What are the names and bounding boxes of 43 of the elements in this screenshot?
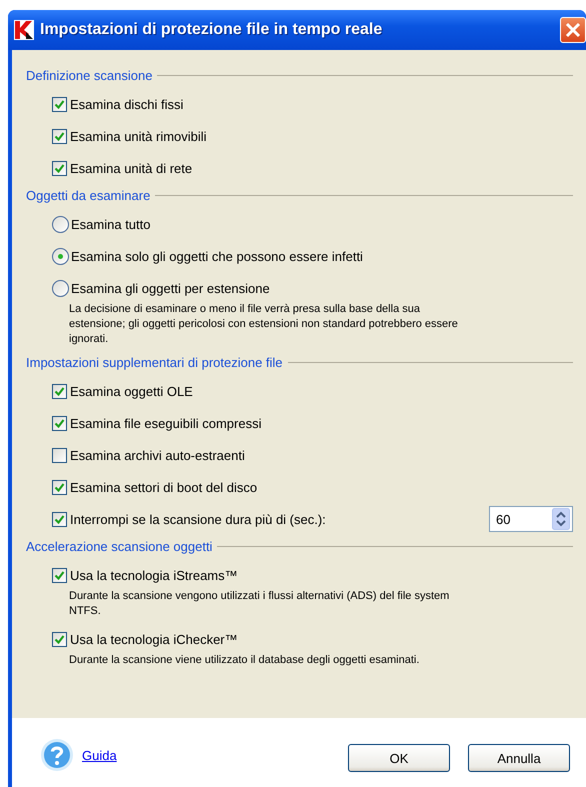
section-title: Impostazioni supplementari di protezione file <box>26 354 284 370</box>
checkbox-label: Esamina dischi fissi <box>70 96 184 112</box>
checkbox-label: Usa la tecnologia iStreams™ <box>70 568 238 582</box>
close-icon <box>565 22 581 38</box>
checkbox-label: Esamina unità di rete <box>70 160 192 176</box>
checkbox-label: Esamina oggetti OLE <box>70 384 193 398</box>
help-icon[interactable] <box>40 738 74 772</box>
cancel-button[interactable]: Annulla <box>468 744 570 772</box>
radio-button[interactable] <box>52 280 69 296</box>
logo-icon <box>14 20 34 40</box>
spin-arrows-icon[interactable] <box>552 508 570 530</box>
checkbox[interactable] <box>52 96 67 112</box>
checkbox-label: Esamina unità rimovibili <box>70 128 207 144</box>
checkbox[interactable] <box>52 128 67 144</box>
radio-label: Esamina gli oggetti per estensione <box>71 280 270 296</box>
checkbox[interactable] <box>52 480 67 494</box>
checkbox-label: Usa la tecnologia iChecker™ <box>70 632 238 646</box>
checkbox-label: Esamina file eseguibili compressi <box>70 416 262 430</box>
description-text: Durante la scansione vengono utilizzati i flussi alternativi (ADS) del file system NTFS. <box>69 589 450 619</box>
section-title: Oggetti da esaminare <box>26 188 152 202</box>
checkbox-label: Interrompi se la scansione dura più di (sec.): <box>70 512 326 526</box>
checkbox[interactable] <box>52 160 67 176</box>
number-spin-field[interactable]: 60 <box>489 506 573 532</box>
checkbox[interactable] <box>52 384 67 398</box>
checkbox[interactable] <box>52 416 67 430</box>
radio-label: Esamina tutto <box>71 216 150 232</box>
checkbox[interactable] <box>52 568 67 582</box>
radio-button[interactable] <box>52 248 69 264</box>
checkbox-label: Esamina archivi auto-estraenti <box>70 448 245 462</box>
window-title: Impostazioni di protezione file in tempo reale <box>40 21 384 39</box>
ok-button[interactable]: OK <box>348 744 450 772</box>
radio-button[interactable] <box>52 216 69 232</box>
section-title: Definizione scansione <box>26 68 154 82</box>
checkbox[interactable] <box>52 448 67 462</box>
checkbox[interactable] <box>52 632 67 646</box>
description-text: Durante la scansione viene utilizzato il database degli oggetti esaminati. <box>69 653 420 668</box>
radio-label: Esamina solo gli oggetti che possono essere infetti <box>71 248 363 264</box>
close-button[interactable] <box>560 17 586 43</box>
checkbox-label: Esamina settori di boot del disco <box>70 480 258 494</box>
description-text: La decisione di esaminare o meno il file verrà presa sulla base della sua estensione; gli oggetti pericolosi con estensioni non standard potrebbero essere ignorati. <box>69 302 459 347</box>
checkbox[interactable] <box>52 512 67 526</box>
help-link[interactable]: Guida <box>82 748 117 763</box>
section-title: Accelerazione scansione oggetti <box>26 538 214 554</box>
